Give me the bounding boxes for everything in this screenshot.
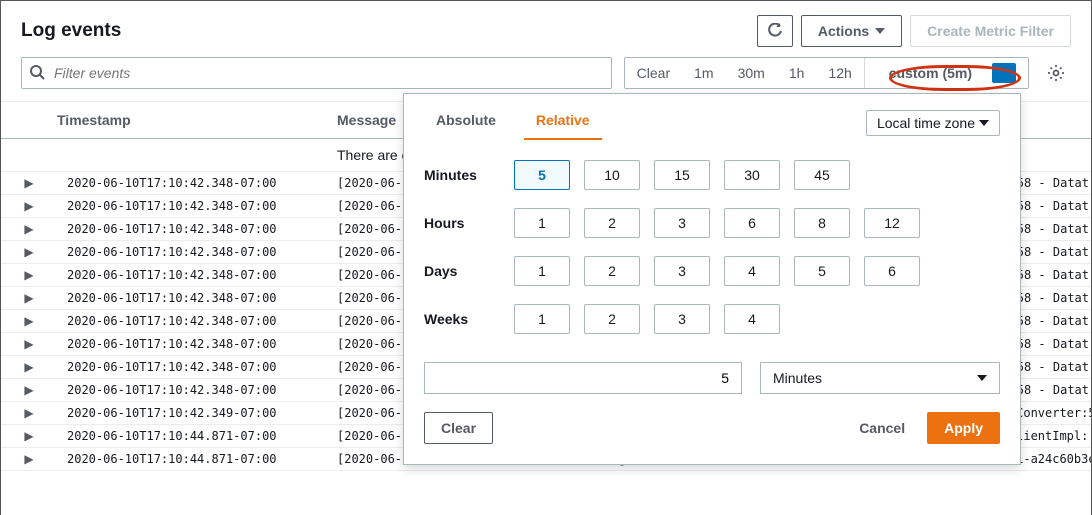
settings-button[interactable] <box>1041 58 1071 88</box>
page-title: Log events <box>21 20 749 42</box>
expand-row-icon[interactable]: ▶ <box>1 452 57 466</box>
popup-cancel-button[interactable]: Cancel <box>843 414 921 442</box>
preset-chip[interactable]: 4 <box>724 256 780 286</box>
caret-down-icon <box>875 28 885 34</box>
search-icon <box>29 64 45 80</box>
custom-unit-select[interactable]: Minutes <box>760 362 1000 394</box>
custom-value-input[interactable] <box>424 362 742 394</box>
expand-row-icon[interactable]: ▶ <box>1 383 57 397</box>
preset-chip[interactable]: 3 <box>654 208 710 238</box>
preset-chip[interactable]: 4 <box>724 304 780 334</box>
caret-down-icon <box>979 120 989 126</box>
preset-chip[interactable]: 5 <box>514 160 570 190</box>
log-message-tail: 58 - Datat <box>1017 314 1091 328</box>
preset-row-label: Hours <box>424 215 514 231</box>
log-timestamp: 2020-06-10T17:10:42.348-07:00 <box>57 314 337 328</box>
filter-events-input[interactable] <box>21 57 612 89</box>
preset-chip[interactable]: 45 <box>794 160 850 190</box>
preset-chip[interactable]: 1 <box>514 208 570 238</box>
log-timestamp: 2020-06-10T17:10:44.871-07:00 <box>57 452 337 466</box>
log-timestamp: 2020-06-10T17:10:42.348-07:00 <box>57 268 337 282</box>
time-range-bar: Clear 1m 30m 1h 12h custom (5m) <box>624 57 1029 89</box>
gear-icon <box>1047 64 1065 82</box>
preset-chip[interactable]: 1 <box>514 256 570 286</box>
caret-down-icon <box>977 375 987 381</box>
preset-chip[interactable]: 15 <box>654 160 710 190</box>
preset-row-label: Days <box>424 263 514 279</box>
column-header-timestamp[interactable]: Timestamp <box>57 112 337 128</box>
expand-row-icon[interactable]: ▶ <box>1 176 57 190</box>
log-timestamp: 2020-06-10T17:10:42.348-07:00 <box>57 199 337 213</box>
preset-chip[interactable]: 6 <box>724 208 780 238</box>
preset-row-label: Minutes <box>424 167 514 183</box>
create-metric-filter-button[interactable]: Create Metric Filter <box>910 15 1071 47</box>
refresh-button[interactable] <box>757 15 793 47</box>
preset-chip[interactable]: 30 <box>724 160 780 190</box>
log-timestamp: 2020-06-10T17:10:42.348-07:00 <box>57 337 337 351</box>
preset-chip[interactable]: 3 <box>654 256 710 286</box>
log-timestamp: 2020-06-10T17:10:42.348-07:00 <box>57 222 337 236</box>
preset-chip[interactable]: 10 <box>584 160 640 190</box>
range-preset[interactable]: 1m <box>682 58 725 88</box>
preset-chip[interactable]: 5 <box>794 256 850 286</box>
log-timestamp: 2020-06-10T17:10:42.349-07:00 <box>57 406 337 420</box>
log-timestamp: 2020-06-10T17:10:42.348-07:00 <box>57 383 337 397</box>
expand-row-icon[interactable]: ▶ <box>1 291 57 305</box>
preset-chip[interactable]: 2 <box>584 208 640 238</box>
log-message-tail: 58 - Datat <box>1017 268 1091 282</box>
popup-clear-button[interactable]: Clear <box>424 412 493 444</box>
popup-apply-button[interactable]: Apply <box>927 412 1000 444</box>
log-message-tail: 58 - Datat <box>1017 222 1091 236</box>
preset-chip[interactable]: 6 <box>864 256 920 286</box>
log-message-tail: 58 - Datat <box>1017 176 1091 190</box>
log-timestamp: 2020-06-10T17:10:42.348-07:00 <box>57 291 337 305</box>
tab-relative[interactable]: Relative <box>524 106 602 140</box>
actions-label: Actions <box>818 23 869 39</box>
tab-absolute[interactable]: Absolute <box>424 106 508 140</box>
log-timestamp: 2020-06-10T17:10:42.348-07:00 <box>57 176 337 190</box>
range-clear[interactable]: Clear <box>625 58 682 88</box>
log-message-tail: 58 - Datat <box>1017 337 1091 351</box>
calendar-icon <box>992 63 1016 83</box>
preset-chip[interactable]: 2 <box>584 256 640 286</box>
log-message-tail: 58 - Datat <box>1017 383 1091 397</box>
expand-row-icon[interactable]: ▶ <box>1 314 57 328</box>
preset-row-label: Weeks <box>424 311 514 327</box>
timezone-select[interactable]: Local time zone <box>866 110 1000 136</box>
log-message-tail: 58 - Datat <box>1017 199 1091 213</box>
expand-row-icon[interactable]: ▶ <box>1 337 57 351</box>
preset-chip[interactable]: 8 <box>794 208 850 238</box>
expand-row-icon[interactable]: ▶ <box>1 245 57 259</box>
log-timestamp: 2020-06-10T17:10:42.348-07:00 <box>57 245 337 259</box>
actions-button[interactable]: Actions <box>801 15 902 47</box>
expand-row-icon[interactable]: ▶ <box>1 429 57 443</box>
refresh-icon <box>767 23 783 39</box>
preset-chip[interactable]: 1 <box>514 304 570 334</box>
log-message-tail: 58 - Datat <box>1017 245 1091 259</box>
range-custom[interactable]: custom (5m) <box>864 58 1028 88</box>
preset-chip[interactable]: 2 <box>584 304 640 334</box>
log-timestamp: 2020-06-10T17:10:42.348-07:00 <box>57 360 337 374</box>
range-preset[interactable]: 12h <box>816 58 863 88</box>
preset-chip[interactable]: 3 <box>654 304 710 334</box>
log-timestamp: 2020-06-10T17:10:44.871-07:00 <box>57 429 337 443</box>
preset-chip[interactable]: 12 <box>864 208 920 238</box>
range-preset[interactable]: 1h <box>777 58 817 88</box>
expand-row-icon[interactable]: ▶ <box>1 199 57 213</box>
range-preset[interactable]: 30m <box>726 58 777 88</box>
log-message-tail: 58 - Datat <box>1017 291 1091 305</box>
expand-row-icon[interactable]: ▶ <box>1 268 57 282</box>
time-range-popup: Absolute Relative Local time zone Minute… <box>403 93 1021 465</box>
log-message-tail: 58 - Datat <box>1017 360 1091 374</box>
expand-row-icon[interactable]: ▶ <box>1 222 57 236</box>
expand-row-icon[interactable]: ▶ <box>1 406 57 420</box>
expand-row-icon[interactable]: ▶ <box>1 360 57 374</box>
